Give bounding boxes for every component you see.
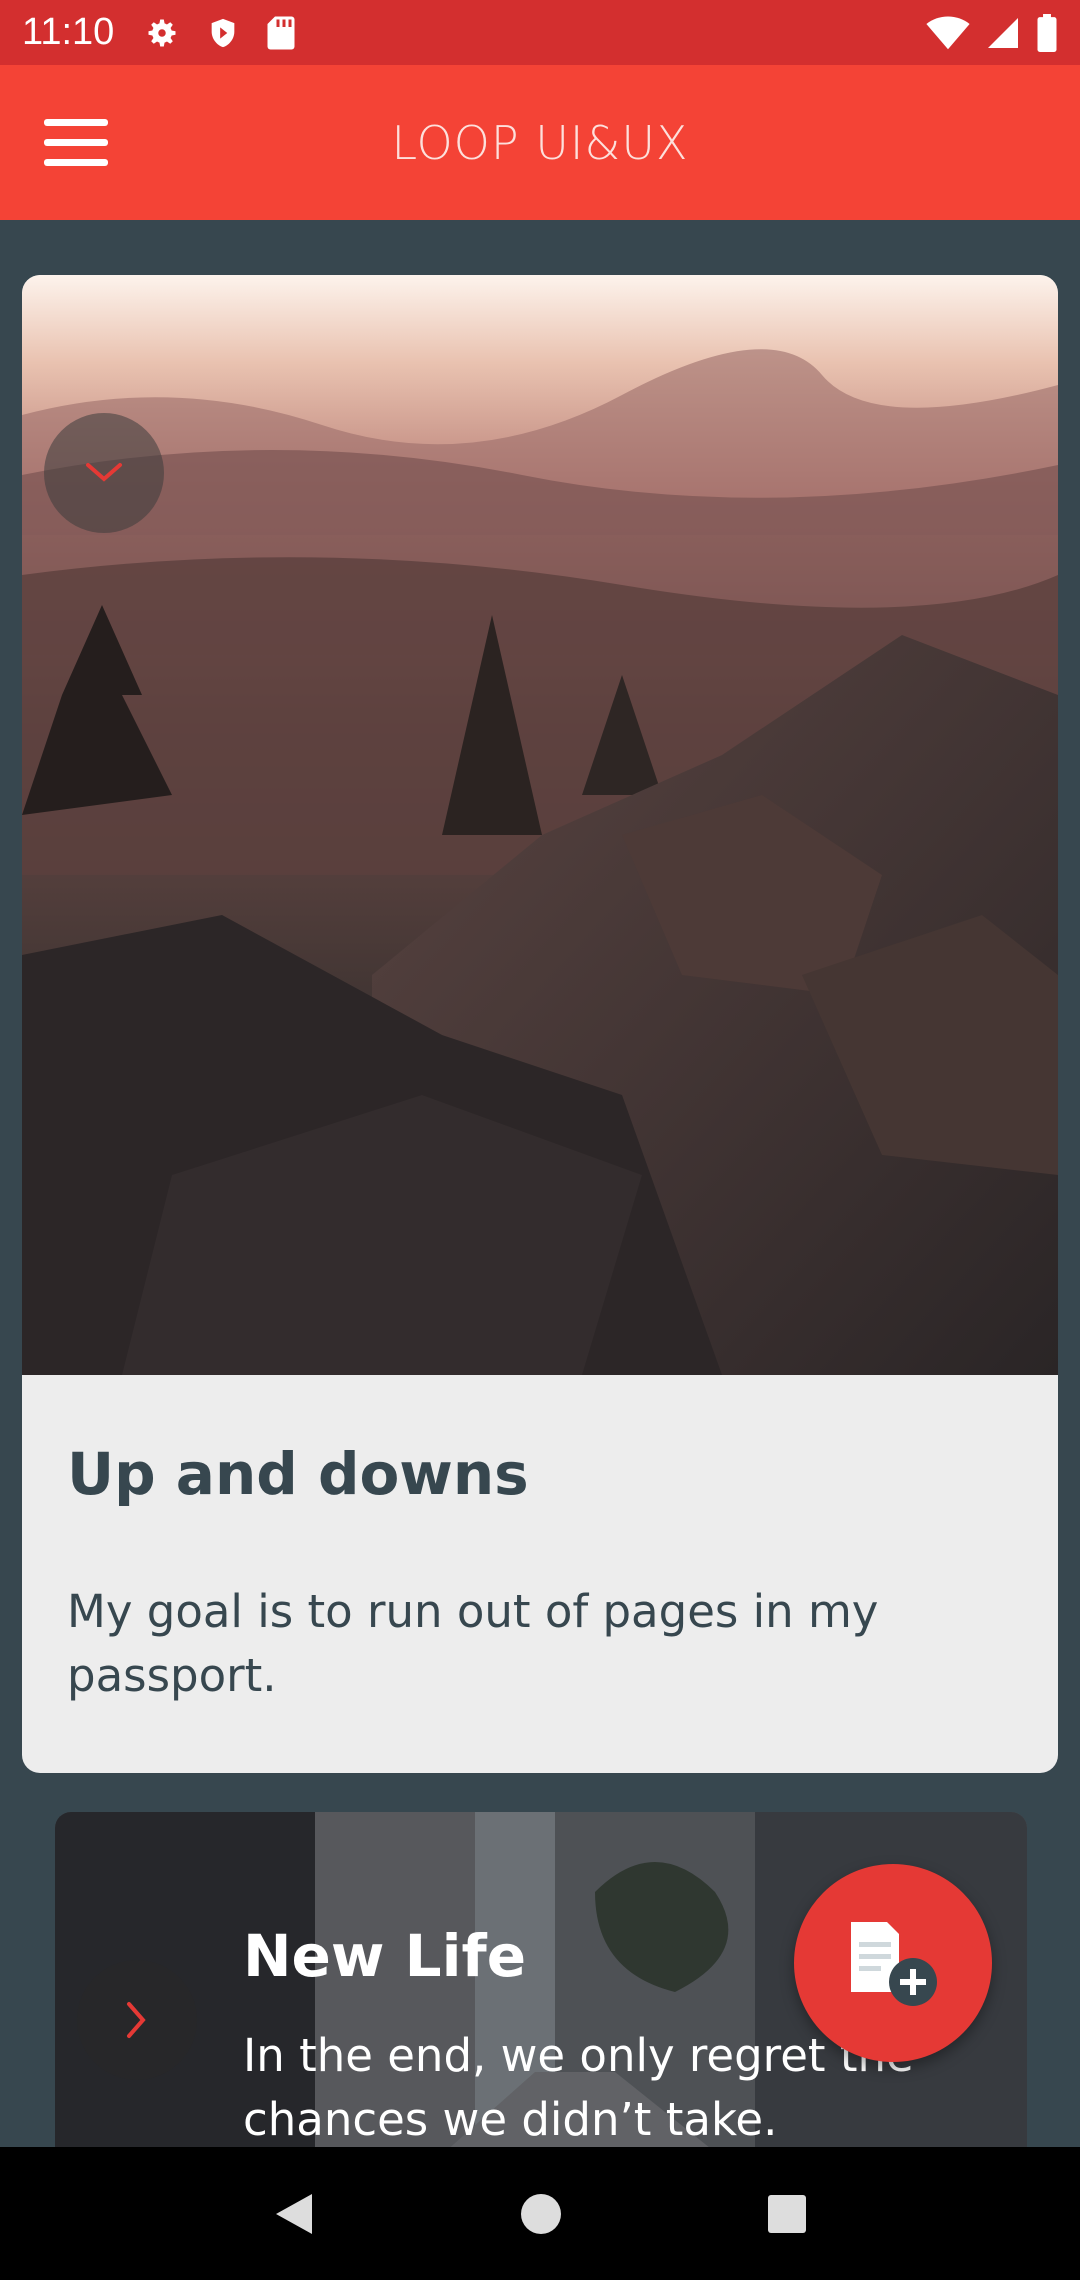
card-description: My goal is to run out of pages in my pas… bbox=[67, 1585, 879, 1702]
app-title: LOOP UI&UX bbox=[391, 115, 689, 170]
chevron-down-icon bbox=[86, 463, 122, 482]
shield-play-icon bbox=[211, 18, 235, 47]
card-title: Up and downs bbox=[67, 1440, 529, 1508]
recents-icon[interactable] bbox=[766, 2193, 808, 2235]
back-icon[interactable] bbox=[272, 2190, 316, 2238]
card-image bbox=[22, 275, 1058, 1375]
signal-icon bbox=[988, 17, 1018, 48]
chevron-right-icon bbox=[127, 2002, 146, 2038]
wifi-icon bbox=[926, 15, 970, 49]
sd-card-icon bbox=[267, 16, 295, 49]
story-card[interactable]: Up and downs My goal is to run out of pa… bbox=[22, 275, 1058, 1773]
status-time: 11:10 bbox=[22, 11, 115, 53]
card-title: New Life bbox=[243, 1922, 527, 1990]
menu-button[interactable] bbox=[44, 115, 110, 171]
gear-icon bbox=[148, 19, 176, 47]
app-bar: LOOP UI&UX bbox=[0, 65, 1080, 220]
battery-icon bbox=[1037, 13, 1057, 52]
add-note-icon bbox=[851, 1922, 937, 2006]
hamburger-menu-icon bbox=[44, 119, 108, 166]
collapse-button[interactable] bbox=[44, 413, 164, 533]
expand-button[interactable] bbox=[77, 1960, 197, 2080]
add-note-fab[interactable] bbox=[794, 1864, 992, 2062]
system-nav-bar bbox=[0, 2147, 1080, 2280]
status-bar: 11:10 bbox=[0, 0, 1080, 65]
home-icon[interactable] bbox=[519, 2192, 563, 2236]
